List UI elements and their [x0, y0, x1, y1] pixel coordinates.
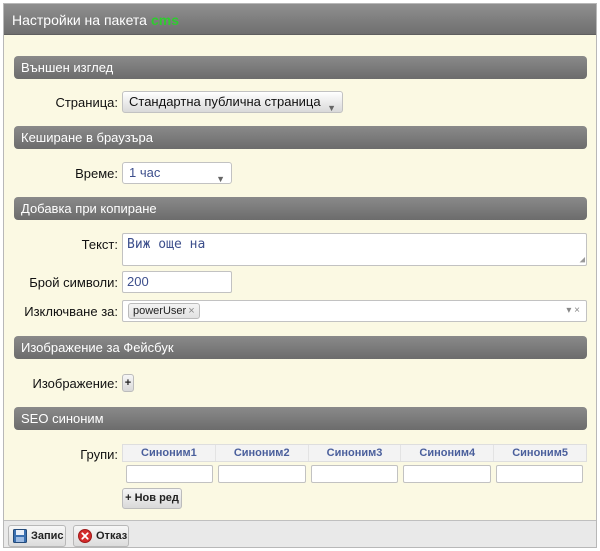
- text-textarea-value: Виж още на: [127, 237, 206, 252]
- time-select-value: 1 час: [129, 165, 161, 180]
- settings-dialog: Настройки на пакета cms Външен изглед Стр…: [3, 3, 597, 548]
- exclude-label: Изключване за:: [24, 304, 118, 319]
- time-label: Време:: [75, 166, 118, 181]
- column-synonym4: Синоним4: [401, 445, 495, 461]
- cancel-button[interactable]: Отказ: [73, 525, 129, 547]
- chevron-down-icon: ▼: [216, 174, 225, 184]
- section-copy: Добавка при копиране: [14, 197, 587, 220]
- table-row: [122, 462, 587, 483]
- page-select[interactable]: Стандартна публична страница ▼: [122, 91, 343, 113]
- section-seo: SEO синоним: [14, 407, 587, 430]
- floppy-disk-icon: [13, 529, 27, 543]
- column-synonym3: Синоним3: [309, 445, 402, 461]
- add-row-button[interactable]: + Нов ред: [122, 488, 182, 509]
- synonym-table-header: Синоним1 Синоним2 Синоним3 Синоним4 Сино…: [122, 444, 587, 462]
- add-image-button[interactable]: +: [122, 374, 134, 392]
- synonym-table: Синоним1 Синоним2 Синоним3 Синоним4 Сино…: [122, 444, 587, 483]
- synonym3-input[interactable]: [310, 465, 399, 483]
- page-select-value: Стандартна публична страница: [129, 94, 321, 109]
- column-synonym5: Синоним5: [512, 447, 568, 459]
- tag-poweruser: powerUser ×: [128, 303, 200, 319]
- dialog-footer: Запис Отказ: [4, 520, 596, 547]
- exclude-tag-input[interactable]: powerUser × ▾ ×: [122, 300, 587, 322]
- chevron-down-icon: ▼: [327, 103, 336, 113]
- synonym4-input[interactable]: [403, 465, 491, 483]
- page-label: Страница:: [55, 95, 118, 110]
- char-count-input[interactable]: 200: [122, 271, 232, 293]
- synonym2-input[interactable]: [218, 465, 306, 483]
- save-button[interactable]: Запис: [8, 525, 66, 547]
- column-synonym1: Синоним1: [123, 445, 216, 461]
- tag-remove-icon[interactable]: ×: [188, 305, 194, 317]
- dialog-title: Настройки на пакета cms: [12, 12, 179, 28]
- section-facebook: Изображение за Фейсбук: [14, 336, 587, 359]
- resize-grip-icon[interactable]: ◢: [580, 255, 585, 265]
- save-button-label: Запис: [31, 530, 64, 542]
- cancel-icon: [78, 529, 92, 543]
- package-name: cms: [150, 12, 179, 28]
- char-count-label: Брой символи:: [29, 275, 118, 290]
- groups-label: Групи:: [80, 447, 118, 462]
- title-bar: Настройки на пакета cms: [4, 4, 596, 35]
- time-select[interactable]: 1 час ▼: [122, 162, 232, 184]
- synonym5-input[interactable]: [495, 465, 584, 483]
- tag-controls-icon[interactable]: ▾ ×: [566, 305, 580, 316]
- text-textarea[interactable]: Виж още на ◢: [122, 233, 587, 266]
- image-label: Изображение:: [32, 376, 118, 391]
- column-synonym2: Синоним2: [216, 445, 309, 461]
- tag-poweruser-label: powerUser: [133, 305, 187, 317]
- text-label: Текст:: [81, 237, 118, 252]
- section-cache: Кеширане в браузъра: [14, 126, 587, 149]
- section-appearance: Външен изглед: [14, 56, 587, 79]
- synonym1-input[interactable]: [126, 465, 214, 483]
- char-count-value: 200: [127, 274, 149, 289]
- cancel-button-label: Отказ: [96, 530, 128, 542]
- dialog-title-text: Настройки на пакета: [12, 12, 147, 28]
